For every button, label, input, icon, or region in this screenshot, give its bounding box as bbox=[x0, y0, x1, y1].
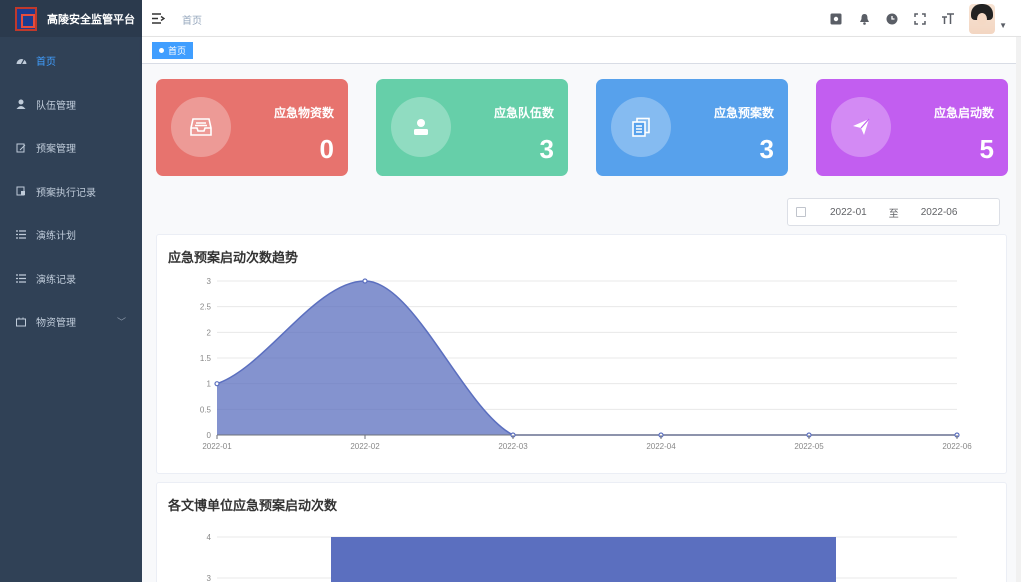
sidebar-item-label: 演练计划 bbox=[36, 231, 76, 243]
send-icon bbox=[831, 97, 891, 157]
sidebar-item-team[interactable]: 队伍管理 bbox=[0, 83, 142, 127]
stat-value: 3 bbox=[539, 134, 554, 164]
tags-view: 首页 bbox=[142, 37, 1021, 64]
stat-value: 3 bbox=[759, 134, 774, 164]
y-tick-label: 3 bbox=[207, 277, 212, 286]
dashboard-icon bbox=[15, 55, 27, 67]
tag-label: 首页 bbox=[168, 46, 187, 56]
stat-value: 0 bbox=[319, 134, 334, 164]
y-tick-label: 3 bbox=[207, 574, 212, 582]
sidebar-item-label: 预案管理 bbox=[36, 144, 76, 156]
main-content: 应急物资数 0 应急队伍数 3 应急预案数 3 应急启动数 5 2022-01 … bbox=[142, 64, 1021, 582]
screenshot-icon[interactable] bbox=[829, 12, 843, 26]
bell-icon[interactable] bbox=[857, 12, 871, 26]
hamburger-icon[interactable] bbox=[152, 11, 166, 27]
app-title: 高陵安全监管平台 bbox=[47, 13, 135, 26]
navbar-actions: ▼ bbox=[829, 0, 1007, 37]
date-separator: 至 bbox=[888, 208, 899, 220]
breadcrumb: 首页 bbox=[182, 16, 202, 27]
unit-chart-panel: 各文博单位应急预案启动次数 43 bbox=[156, 482, 1007, 582]
person-icon bbox=[391, 97, 451, 157]
data-point bbox=[214, 381, 220, 387]
stat-label: 应急预案数 bbox=[713, 106, 774, 120]
sidebar-item-label: 物资管理 bbox=[36, 318, 76, 330]
clock-icon[interactable] bbox=[885, 12, 899, 26]
caret-down-icon[interactable]: ▼ bbox=[999, 21, 1007, 30]
sidebar-item-label: 预案执行记录 bbox=[36, 187, 96, 199]
sidebar: 高陵安全监管平台 首页 队伍管理 预案管理 预案执行记录 演练计划 演练记录 物… bbox=[0, 0, 142, 582]
list-icon bbox=[15, 272, 27, 284]
document-icon bbox=[611, 97, 671, 157]
sidebar-item-supplies[interactable]: 物资管理 ﹀ bbox=[0, 300, 142, 344]
sidebar-item-drill-records[interactable]: 演练记录 bbox=[0, 257, 142, 301]
top-navbar: 首页 ▼ bbox=[142, 0, 1021, 37]
logo-icon bbox=[15, 6, 37, 31]
calendar-icon bbox=[796, 207, 806, 217]
x-tick-label: 2022-01 bbox=[202, 442, 232, 451]
stat-label: 应急队伍数 bbox=[493, 106, 554, 120]
x-tick-label: 2022-02 bbox=[350, 442, 380, 451]
y-tick-label: 2.5 bbox=[200, 303, 212, 312]
sidebar-item-plan[interactable]: 预案管理 bbox=[0, 126, 142, 170]
y-tick-label: 2 bbox=[207, 328, 212, 337]
user-icon bbox=[15, 98, 27, 110]
trend-area-chart[interactable]: 0 0.5 1 1.5 2 2.5 3 2022-01 2022-02 2022-03 2022-0… bbox=[157, 235, 1008, 475]
stat-card-supplies[interactable]: 应急物资数 0 bbox=[156, 79, 348, 176]
date-range-picker[interactable]: 2022-01 至 2022-06 bbox=[787, 198, 1000, 226]
tag-home[interactable]: 首页 bbox=[152, 42, 194, 59]
inbox-icon bbox=[171, 97, 231, 157]
stat-card-launches[interactable]: 应急启动数 5 bbox=[816, 79, 1008, 176]
unit-bar-chart[interactable]: 43 bbox=[157, 483, 1008, 582]
y-tick-label: 0.5 bbox=[200, 405, 212, 414]
x-tick-label: 2022-05 bbox=[794, 442, 824, 451]
stat-card-teams[interactable]: 应急队伍数 3 bbox=[376, 79, 568, 176]
y-tick-label: 4 bbox=[207, 533, 212, 542]
y-tick-label: 1.5 bbox=[200, 354, 212, 363]
edit-icon bbox=[15, 142, 27, 154]
sidebar-item-label: 演练记录 bbox=[36, 274, 76, 286]
x-tick-label: 2022-04 bbox=[646, 442, 676, 451]
fullscreen-icon[interactable] bbox=[913, 12, 927, 26]
chevron-down-icon: ﹀ bbox=[116, 317, 126, 328]
stat-value: 5 bbox=[979, 134, 994, 164]
data-point bbox=[362, 278, 368, 284]
sidebar-item-label: 队伍管理 bbox=[36, 100, 76, 112]
y-tick-label: 0 bbox=[207, 431, 212, 440]
sidebar-menu: 首页 队伍管理 预案管理 预案执行记录 演练计划 演练记录 物资管理 ﹀ bbox=[0, 39, 142, 344]
avatar[interactable] bbox=[969, 3, 996, 34]
record-icon bbox=[15, 185, 27, 197]
font-size-icon[interactable] bbox=[941, 12, 955, 26]
date-end[interactable]: 2022-06 bbox=[921, 207, 958, 218]
list-icon bbox=[15, 229, 27, 241]
x-tick-label: 2022-03 bbox=[498, 442, 528, 451]
page-scrollbar[interactable] bbox=[1016, 37, 1021, 582]
box-icon bbox=[15, 316, 27, 328]
stat-card-plans[interactable]: 应急预案数 3 bbox=[596, 79, 788, 176]
bar bbox=[331, 537, 836, 582]
sidebar-item-drill-plan[interactable]: 演练计划 bbox=[0, 213, 142, 257]
active-dot-icon bbox=[159, 48, 164, 53]
stat-label: 应急启动数 bbox=[933, 106, 994, 120]
y-tick-label: 1 bbox=[207, 380, 212, 389]
x-tick-label: 2022-06 bbox=[942, 442, 972, 451]
logo-area[interactable]: 高陵安全监管平台 bbox=[0, 0, 142, 37]
stat-label: 应急物资数 bbox=[273, 106, 334, 120]
sidebar-item-label: 首页 bbox=[36, 57, 56, 69]
trend-chart-panel: 应急预案启动次数趋势 0 0.5 1 1.5 2 2.5 3 2022-01 2022-02 20… bbox=[156, 234, 1007, 474]
sidebar-item-plan-records[interactable]: 预案执行记录 bbox=[0, 170, 142, 214]
sidebar-item-home[interactable]: 首页 bbox=[0, 39, 142, 83]
date-start[interactable]: 2022-01 bbox=[830, 207, 867, 218]
